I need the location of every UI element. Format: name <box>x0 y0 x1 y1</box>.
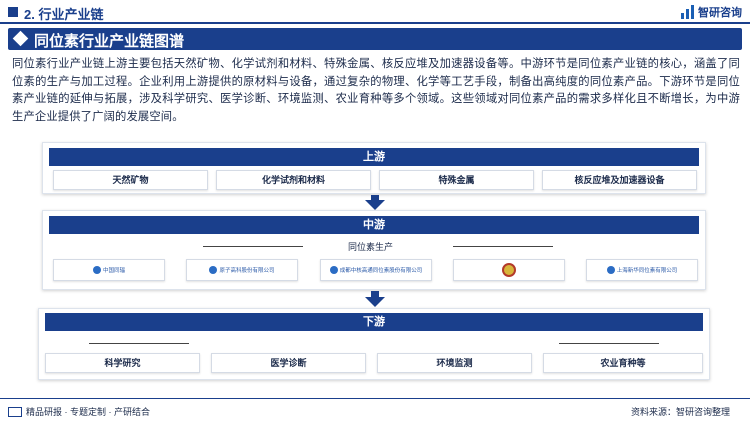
company-logo-icon <box>209 266 218 274</box>
intro-paragraph: 同位素行业产业链上游主要包括天然矿物、化学试剂和材料、特殊金属、核反应堆及加速器… <box>12 58 740 123</box>
upstream-panel: 上游 天然矿物 化学试剂和材料 特殊金属 核反应堆及加速器设备 <box>42 142 706 194</box>
downstream-panel: 下游 科学研究 医学诊断 环境监测 农业育种等 <box>38 308 710 380</box>
midstream-sublabel: 同位素生产 <box>348 242 394 252</box>
brand-name: 智研咨询 <box>698 7 742 19</box>
footer-source: 资料来源：智研咨询整理 <box>630 407 730 417</box>
page-title: 同位素行业产业链图谱 <box>34 33 185 50</box>
downstream-item: 科学研究 <box>45 353 200 373</box>
divider-line <box>559 343 659 344</box>
company-logo-icon <box>329 266 338 274</box>
divider-line <box>203 246 303 247</box>
footer-tagline: 精品研报 · 专题定制 · 产研结合 <box>8 405 150 418</box>
title-bar: 同位素行业产业链图谱 <box>8 28 742 50</box>
top-bar: 2. 行业产业链 智研咨询 <box>0 0 750 24</box>
upstream-item: 天然矿物 <box>53 170 208 190</box>
upstream-item: 特殊金属 <box>379 170 534 190</box>
section-square-icon <box>8 7 18 17</box>
divider-line <box>453 246 553 247</box>
downstream-item: 农业育种等 <box>543 353 703 373</box>
divider-line <box>89 343 189 344</box>
upstream-band: 上游 <box>49 148 699 166</box>
company-logo: 中国同辐 <box>53 259 165 281</box>
bar-chart-logo-icon <box>681 5 695 19</box>
midstream-band: 中游 <box>49 216 699 234</box>
section-title: 2. 行业产业链 <box>24 7 104 22</box>
flow-arrow-down-icon <box>365 297 385 307</box>
header-divider <box>0 22 750 24</box>
footer: 精品研报 · 专题定制 · 产研结合 资料来源：智研咨询整理 <box>0 398 750 421</box>
diamond-icon <box>12 30 29 47</box>
downstream-item: 环境监测 <box>377 353 532 373</box>
company-logo-icon <box>606 266 615 274</box>
midstream-panel: 中游 同位素生产 中国同辐 原子高科股份有限公司 成都中核高通同位素股份有限公司… <box>42 210 706 290</box>
report-icon <box>8 406 22 417</box>
company-logo <box>453 259 565 281</box>
company-logo-icon <box>92 266 101 274</box>
company-logo: 成都中核高通同位素股份有限公司 <box>320 259 432 281</box>
brand-logo: 智研咨询 <box>681 4 742 20</box>
company-logo: 原子高科股份有限公司 <box>186 259 298 281</box>
downstream-band: 下游 <box>45 313 703 331</box>
upstream-item: 化学试剂和材料 <box>216 170 371 190</box>
downstream-item: 医学诊断 <box>211 353 366 373</box>
upstream-item: 核反应堆及加速器设备 <box>542 170 697 190</box>
emblem-logo-icon <box>502 263 516 277</box>
flow-arrow-down-icon <box>365 200 385 210</box>
company-logo: 上海新华同位素有限公司 <box>586 259 698 281</box>
